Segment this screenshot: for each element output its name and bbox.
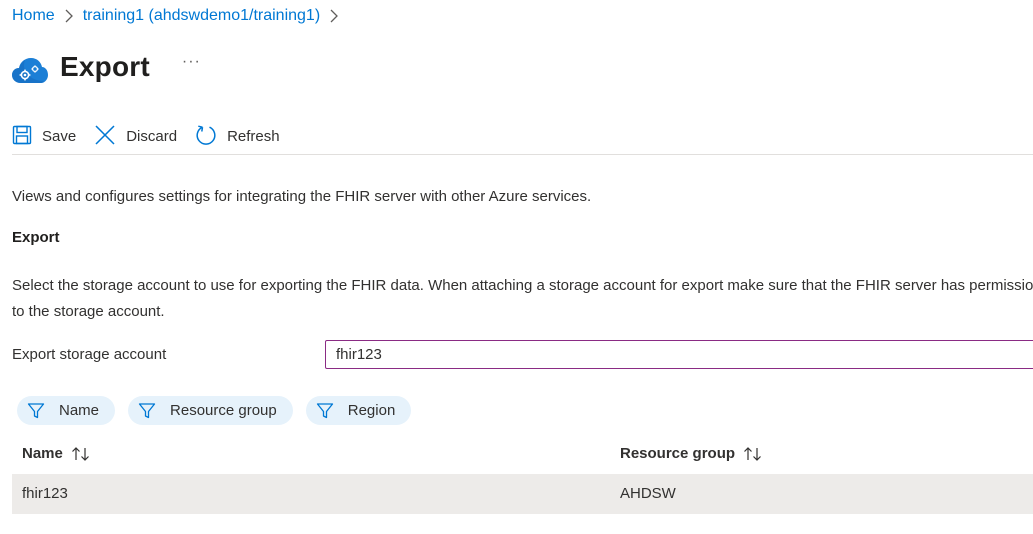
breadcrumb-resource[interactable]: training1 (ahdswdemo1/training1) (83, 7, 320, 25)
refresh-icon (196, 124, 216, 145)
column-header-label: Name (22, 445, 63, 462)
section-info: Select the storage account to use for ex… (12, 277, 1033, 320)
filter-icon (138, 402, 156, 418)
filter-pill-label: Region (347, 402, 396, 419)
page-header: Export ··· (12, 42, 201, 92)
section-heading: Export (12, 229, 60, 246)
save-button[interactable]: Save (12, 124, 76, 147)
column-header-label: Resource group (620, 445, 736, 462)
page: Home training1 (ahdswdemo1/training1) Ex… (0, 0, 1033, 534)
table-row[interactable]: fhir123 AHDSW (12, 474, 1033, 514)
column-header-resource-group[interactable]: Resource group (620, 445, 763, 462)
storage-accounts-grid: Name Resource group fhir123 AHDSW (12, 434, 1033, 514)
storage-account-label: Export storage account (12, 346, 167, 363)
discard-button[interactable]: Discard (94, 124, 177, 148)
page-title: Export (60, 51, 150, 82)
more-options-button[interactable]: ··· (182, 53, 201, 71)
discard-label: Discard (126, 128, 178, 145)
filter-icon (316, 402, 333, 418)
storage-account-input[interactable] (325, 340, 1033, 369)
cell-resource-group: AHDSW (620, 485, 676, 502)
filter-pill-label: Resource group (170, 402, 277, 419)
filter-pill-label: Name (59, 402, 100, 419)
refresh-label: Refresh (227, 128, 280, 145)
filter-bar: Name Resource group Region (17, 396, 424, 425)
filter-pill-region[interactable]: Region (305, 396, 412, 425)
refresh-button[interactable]: Refresh (195, 124, 280, 148)
chevron-right-icon (329, 9, 339, 23)
sort-icon[interactable] (71, 446, 91, 462)
command-bar: Save Discard Refresh (12, 117, 1033, 155)
save-label: Save (42, 128, 77, 145)
close-icon (95, 124, 115, 145)
column-header-name[interactable]: Name (22, 445, 91, 462)
chevron-right-icon (64, 9, 74, 23)
cell-name: fhir123 (22, 485, 68, 502)
filter-pill-resource-group[interactable]: Resource group (128, 396, 293, 425)
grid-header: Name Resource group (12, 434, 1033, 474)
sort-icon[interactable] (743, 446, 763, 462)
breadcrumb: Home training1 (ahdswdemo1/training1) (12, 7, 348, 25)
filter-pill-name[interactable]: Name (17, 396, 116, 425)
breadcrumb-home[interactable]: Home (12, 7, 55, 25)
cloud-gear-icon (12, 56, 48, 92)
page-description: Views and configures settings for integr… (12, 188, 592, 205)
filter-icon (27, 402, 45, 418)
save-icon (12, 125, 32, 144)
